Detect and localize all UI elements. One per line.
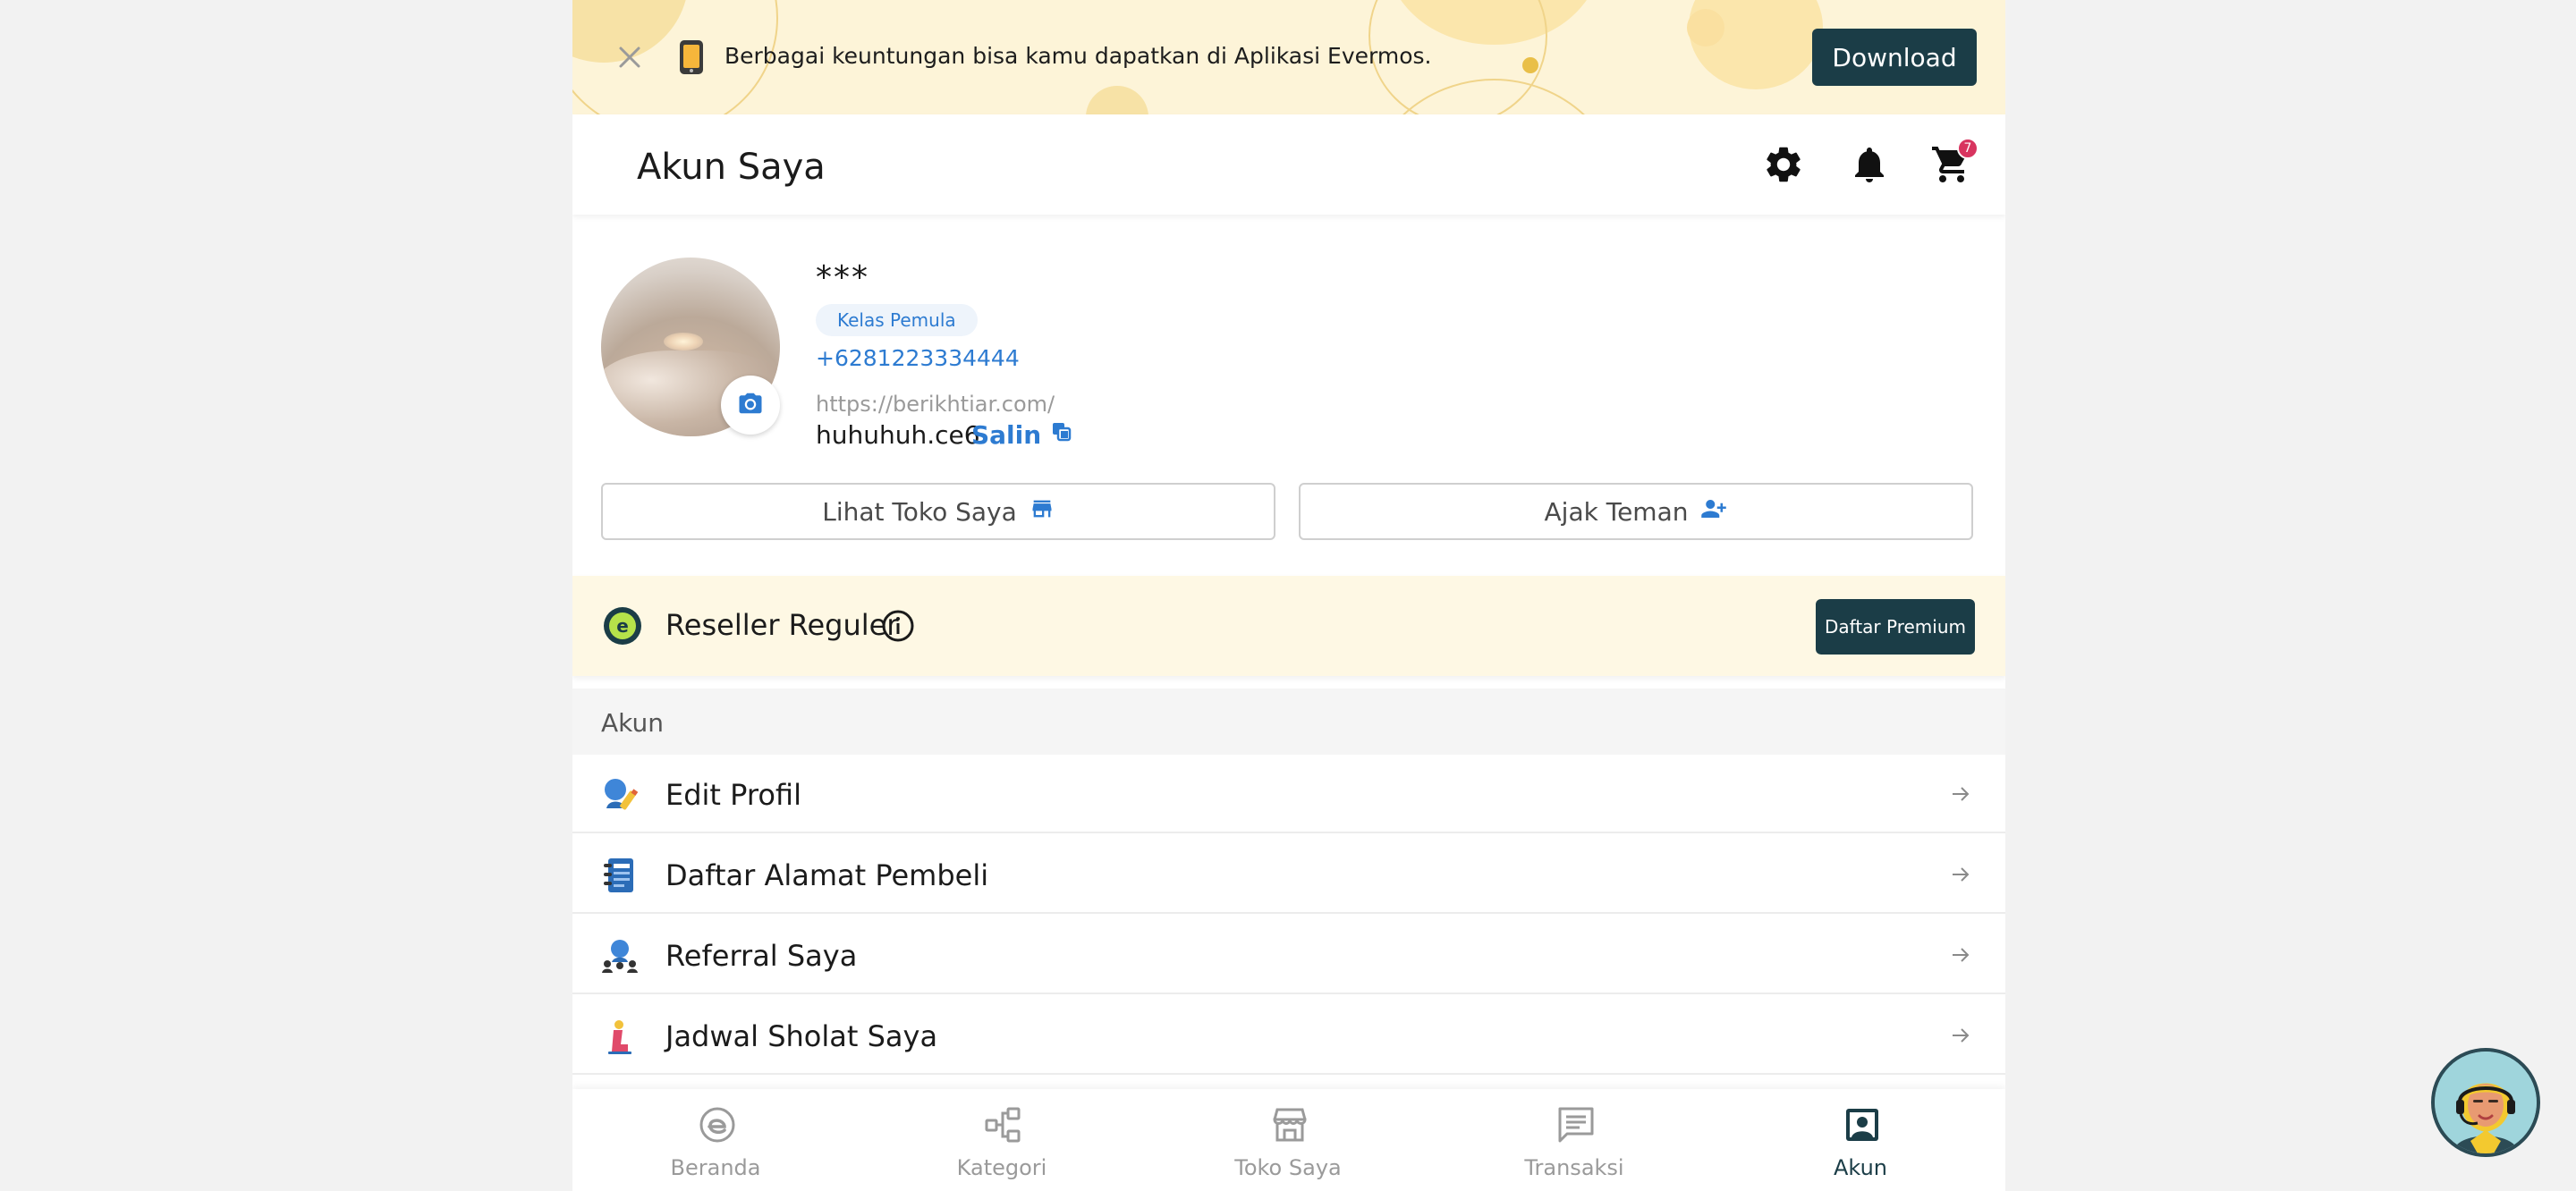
arrow-right-icon	[1950, 783, 1971, 805]
nav-transaksi[interactable]: Transaksi	[1431, 1089, 1717, 1191]
nav-label: Toko Saya	[1234, 1155, 1342, 1180]
nav-toko-saya[interactable]: Toko Saya	[1145, 1089, 1431, 1191]
menu-item-address-list[interactable]: Daftar Alamat Pembeli	[572, 835, 2005, 914]
menu-item-referral[interactable]: Referral Saya	[572, 916, 2005, 994]
nav-kategori[interactable]: Kategori	[859, 1089, 1145, 1191]
account-section-header: Akun	[572, 688, 2005, 755]
banner-decoration	[1522, 57, 1538, 73]
cart-count-badge: 7	[1957, 138, 1979, 159]
copy-icon	[1050, 420, 1073, 450]
shop-slug: huhuhuh.ce6	[816, 420, 980, 450]
level-badge: Kelas Pemula	[816, 304, 978, 336]
register-premium-button[interactable]: Daftar Premium	[1816, 599, 1975, 655]
nav-label: Akun	[1834, 1155, 1887, 1180]
assistant-avatar-icon	[2435, 1052, 2537, 1153]
evermos-logo-icon: e	[603, 606, 642, 646]
nav-label: Transaksi	[1524, 1155, 1624, 1180]
gear-icon[interactable]	[1762, 143, 1805, 186]
account-icon	[1843, 1105, 1882, 1145]
transaction-icon	[1556, 1105, 1596, 1145]
info-icon[interactable]	[880, 608, 916, 644]
shop-url: https://berikhtiar.com/	[816, 392, 1055, 417]
menu-item-label: Daftar Alamat Pembeli	[665, 858, 989, 892]
referral-icon	[601, 937, 639, 975]
copy-link-button[interactable]: Salin	[971, 420, 1073, 450]
svg-text:e: e	[616, 615, 629, 637]
chat-assistant-button[interactable]	[2431, 1048, 2540, 1157]
bell-icon[interactable]	[1848, 143, 1891, 186]
close-icon[interactable]	[612, 39, 648, 75]
menu-item-label: Referral Saya	[665, 939, 858, 973]
add-person-icon	[1700, 495, 1727, 528]
banner-decoration	[1086, 86, 1148, 114]
arrow-right-icon	[1950, 1025, 1971, 1046]
home-icon	[698, 1105, 737, 1145]
download-button[interactable]: Download	[1812, 29, 1977, 86]
reseller-title: Reseller Reguler	[665, 608, 899, 642]
prayer-icon	[601, 1018, 639, 1055]
menu-item-edit-profile[interactable]: Edit Profil	[572, 755, 2005, 833]
nav-akun[interactable]: Akun	[1717, 1089, 2004, 1191]
menu-item-label: Jadwal Sholat Saya	[665, 1019, 938, 1053]
camera-icon	[737, 390, 764, 420]
menu-item-label: Edit Profil	[665, 778, 801, 812]
avatar-photo-sun	[664, 333, 703, 351]
change-photo-button[interactable]	[721, 376, 780, 435]
bottom-navigation: Beranda Kategori Toko Saya Transaksi Aku…	[572, 1089, 2005, 1191]
banner-decoration	[1687, 9, 1724, 46]
store-icon	[1270, 1105, 1309, 1145]
app-container: Berbagai keuntungan bisa kamu dapatkan d…	[572, 0, 2005, 1191]
app-download-banner: Berbagai keuntungan bisa kamu dapatkan d…	[572, 0, 2005, 114]
banner-message: Berbagai keuntungan bisa kamu dapatkan d…	[724, 43, 1432, 69]
phone-number[interactable]: +6281223334444	[816, 345, 1020, 371]
page-header: Akun Saya 7	[572, 114, 2005, 215]
category-icon	[984, 1105, 1023, 1145]
nav-label: Beranda	[670, 1155, 761, 1180]
edit-profile-icon	[601, 776, 639, 814]
arrow-right-icon	[1950, 864, 1971, 885]
address-book-icon	[601, 857, 639, 894]
section-title: Akun	[601, 708, 664, 738]
copy-label: Salin	[971, 420, 1042, 450]
invite-friend-label: Ajak Teman	[1544, 496, 1689, 527]
view-shop-label: Lihat Toko Saya	[822, 496, 1017, 527]
view-shop-button[interactable]: Lihat Toko Saya	[601, 483, 1275, 540]
page-title: Akun Saya	[637, 147, 826, 188]
arrow-right-icon	[1950, 944, 1971, 966]
store-icon	[1030, 496, 1055, 528]
nav-label: Kategori	[956, 1155, 1047, 1180]
user-name: ***	[816, 259, 869, 296]
menu-item-prayer-schedule[interactable]: Jadwal Sholat Saya	[572, 996, 2005, 1075]
reseller-status-card: e Reseller Reguler Daftar Premium	[572, 576, 2005, 676]
invite-friend-button[interactable]: Ajak Teman	[1299, 483, 1973, 540]
nav-beranda[interactable]: Beranda	[572, 1089, 859, 1191]
phone-icon	[678, 39, 705, 75]
